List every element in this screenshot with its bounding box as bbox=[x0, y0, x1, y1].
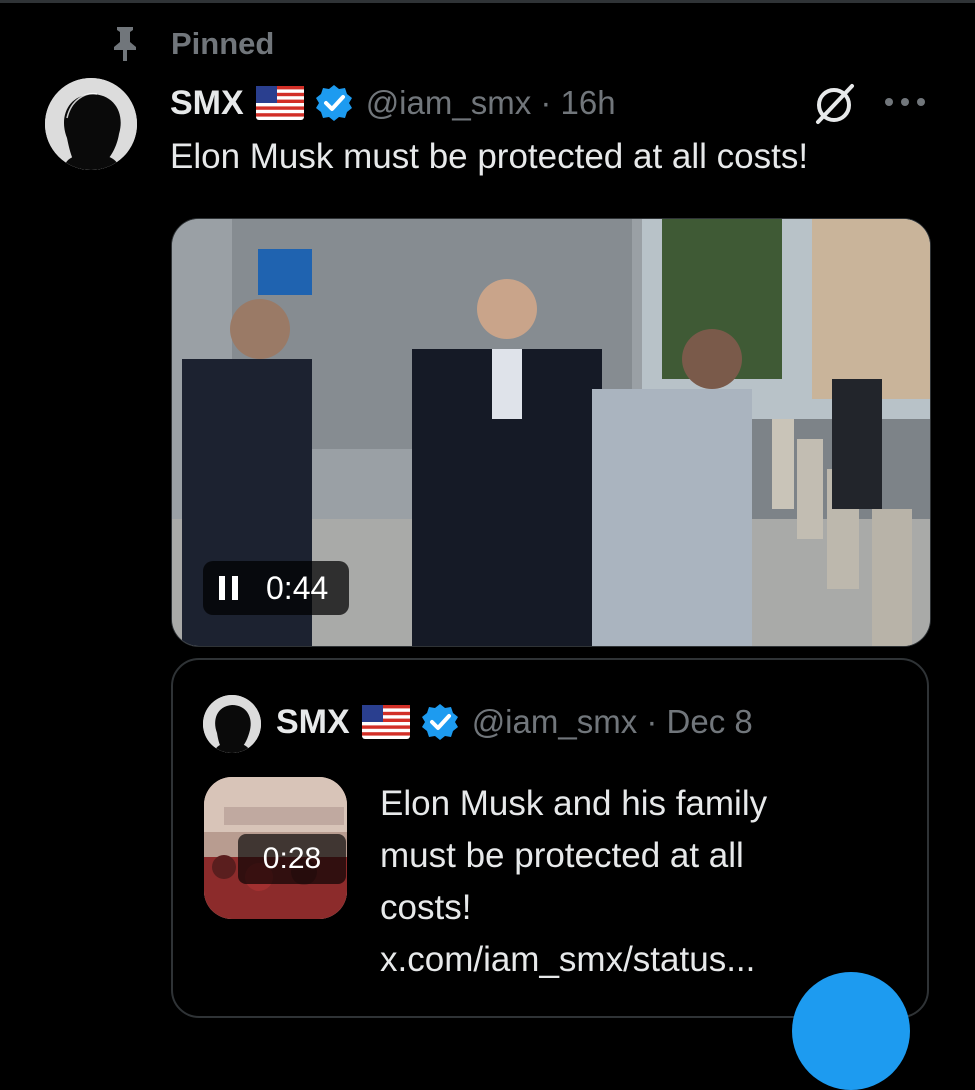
author-name[interactable]: SMX bbox=[170, 84, 244, 123]
us-flag-icon bbox=[255, 86, 304, 120]
quoted-avatar[interactable] bbox=[203, 695, 261, 753]
grok-icon[interactable] bbox=[812, 82, 858, 126]
tweet-header: SMX @iam_smx · 16h bbox=[170, 80, 616, 126]
us-flag-icon bbox=[361, 705, 410, 739]
video-duration: 0:44 bbox=[266, 569, 329, 606]
quoted-text-line: must be protected at all bbox=[380, 836, 744, 875]
quoted-author-name[interactable]: SMX bbox=[276, 703, 350, 742]
quoted-video-duration: 0:28 bbox=[238, 834, 346, 884]
compose-button[interactable] bbox=[792, 972, 910, 1090]
quoted-text-line: costs! bbox=[380, 888, 472, 927]
verified-badge-icon bbox=[315, 85, 352, 121]
more-icon[interactable] bbox=[883, 92, 927, 112]
top-divider bbox=[0, 0, 975, 3]
quoted-link[interactable]: x.com/iam_smx/status... bbox=[380, 934, 850, 986]
pause-icon[interactable] bbox=[218, 575, 240, 601]
avatar[interactable] bbox=[45, 78, 137, 170]
quoted-handle-time[interactable]: @iam_smx · Dec 8 bbox=[472, 703, 753, 741]
quoted-text-line: Elon Musk and his family bbox=[380, 784, 768, 823]
pinned-indicator: Pinned bbox=[108, 24, 274, 64]
pinned-label: Pinned bbox=[171, 26, 275, 61]
video-time-pill[interactable]: 0:44 bbox=[203, 561, 349, 615]
pin-icon bbox=[114, 27, 136, 61]
verified-badge-icon bbox=[421, 704, 458, 740]
quoted-tweet-text: Elon Musk and his family must be protect… bbox=[380, 778, 850, 986]
author-handle-time[interactable]: @iam_smx · 16h bbox=[366, 84, 616, 122]
tweet-text: Elon Musk must be protected at all costs… bbox=[170, 137, 809, 176]
quoted-header: SMX @iam_smx · Dec 8 bbox=[276, 700, 753, 744]
